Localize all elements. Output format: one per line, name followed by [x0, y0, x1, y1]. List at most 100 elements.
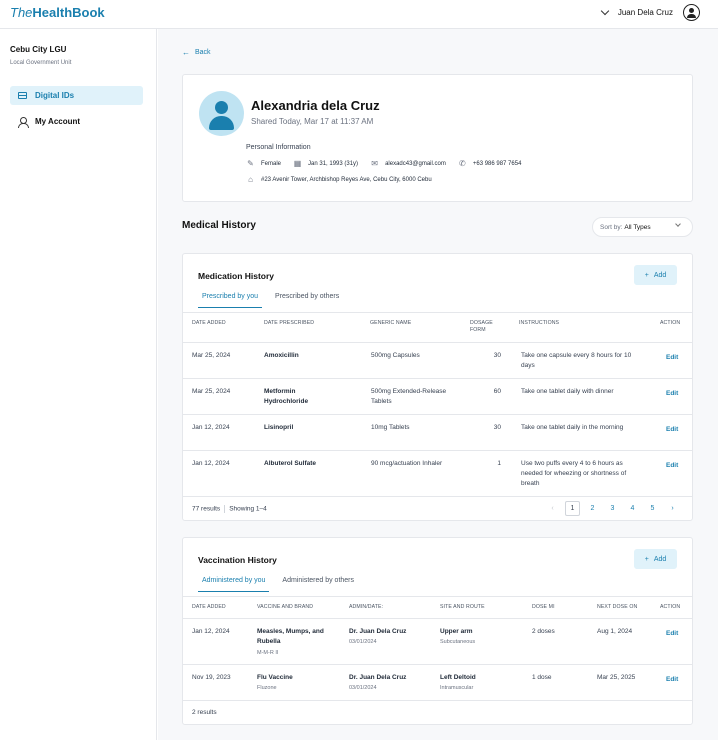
- admin-date: 03/01/2024: [349, 639, 377, 645]
- page-button[interactable]: 3: [605, 501, 620, 516]
- administered-by: Dr. Juan Dela Cruz: [349, 674, 407, 681]
- drug-name: Albuterol Sulfate: [264, 460, 317, 467]
- next-dose: Mar 25, 2025: [597, 674, 636, 681]
- dosage-qty: 60: [493, 388, 501, 395]
- next-page-icon[interactable]: ›: [665, 501, 680, 516]
- col-generic-name: Generic Name: [370, 320, 412, 326]
- results-count: 2 results: [192, 709, 217, 716]
- instructions: Take one capsule every 8 hours for 10 da…: [521, 352, 632, 369]
- date-added: Mar 25, 2024: [192, 352, 231, 359]
- next-dose: Aug 1, 2024: [597, 628, 633, 635]
- administered-by: Dr. Juan Dela Cruz: [349, 628, 407, 635]
- col-site-route: Site and Route: [440, 604, 485, 610]
- user-avatar-icon: [683, 4, 700, 21]
- sidebar-item-my-account[interactable]: My Account: [10, 112, 143, 131]
- add-vaccination-button[interactable]: + Add: [634, 549, 677, 569]
- date-added: Jan 12, 2024: [192, 424, 230, 431]
- table-row: Jan 12, 2024 Lisinopril 10mg Tablets 30 …: [183, 414, 692, 450]
- table-row: Mar 25, 2024 Metformin Hydrochloride 500…: [183, 378, 692, 414]
- page-button[interactable]: 1: [565, 501, 580, 516]
- medication-history-card: Medication History + Add Prescribed by yo…: [182, 253, 693, 521]
- dose: 1 dose: [532, 674, 552, 681]
- edit-button[interactable]: Edit: [666, 676, 678, 683]
- sort-value: All Types: [624, 223, 651, 231]
- page-button[interactable]: 2: [585, 501, 600, 516]
- user-name: Juan Dela Cruz: [617, 8, 673, 17]
- sort-dropdown[interactable]: Sort by: All Types: [592, 217, 693, 237]
- logo-prefix: The: [10, 5, 33, 20]
- edit-button[interactable]: Edit: [666, 390, 678, 397]
- id-card-icon: [18, 92, 27, 99]
- personal-info-heading: Personal Information: [246, 144, 311, 151]
- pagination: ‹ 1 2 3 4 5 ›: [545, 501, 680, 516]
- phone-icon: ✆: [459, 159, 466, 168]
- site: Left Deltoid: [440, 674, 476, 681]
- tab-administered-by-you[interactable]: Administered by you: [198, 574, 270, 592]
- vaccine-name: Measles, Mumps, and Rubella: [257, 628, 324, 645]
- showing-range: Showing 1–4: [229, 505, 267, 513]
- dosage-qty: 30: [493, 352, 501, 359]
- tab-prescribed-by-others[interactable]: Prescribed by others: [271, 290, 343, 308]
- results-count: 77 results: [192, 505, 221, 513]
- col-action: Action: [660, 604, 681, 610]
- drug-name: Metformin Hydrochloride: [264, 388, 309, 405]
- patient-name: Alexandria dela Cruz: [251, 98, 380, 113]
- site: Upper arm: [440, 628, 473, 635]
- medication-tabs: Prescribed by you Prescribed by others: [198, 290, 352, 308]
- date-added: Mar 25, 2024: [192, 388, 231, 395]
- personal-info-row: ✎ Female ▦ Jan 31, 1993 (31y) ✉ alexadc43@g…: [246, 160, 533, 168]
- dosage-qty: 30: [493, 424, 501, 431]
- sidebar: Cebu City LGU Local Government Unit Digi…: [0, 29, 157, 740]
- col-vaccine-brand: Vaccine and Brand: [257, 604, 314, 610]
- col-next-dose: Next Dose On: [597, 604, 638, 610]
- dosage-qty: 1: [497, 460, 501, 467]
- col-dose: Dose MI: [532, 604, 555, 610]
- sex-field: ✎ Female: [246, 160, 281, 168]
- vaccine-brand: M-M-R II: [257, 650, 279, 656]
- section-title: Medical History: [182, 220, 256, 231]
- edit-button[interactable]: Edit: [666, 354, 678, 361]
- sidebar-item-label: My Account: [35, 117, 81, 126]
- edit-button[interactable]: Edit: [666, 462, 678, 469]
- dose: 2 doses: [532, 628, 555, 635]
- divider: [183, 312, 692, 313]
- user-menu[interactable]: Juan Dela Cruz: [600, 4, 700, 21]
- generic-name: 500mg Extended-Release Tablets: [371, 388, 447, 405]
- mail-icon: ✉: [371, 159, 378, 168]
- instructions: Take one tablet daily with dinner: [521, 388, 614, 395]
- col-admin-date: Admin/Date:: [349, 604, 384, 610]
- phone-value: +63 986 987 7654: [472, 161, 522, 167]
- instructions: Use two puffs every 4 to 6 hours as need…: [521, 460, 627, 487]
- sort-label: Sort by:: [600, 223, 623, 231]
- vaccine-name: Flu Vaccine: [257, 674, 293, 681]
- back-link[interactable]: ← Back: [182, 48, 211, 57]
- col-date-added: Date Added: [192, 320, 226, 326]
- app-logo[interactable]: TheHealthBook: [10, 5, 105, 20]
- address-field: ⌂ #23 Avenir Tower, Archbishop Reyes Ave,…: [246, 176, 432, 184]
- edit-button[interactable]: Edit: [666, 630, 678, 637]
- page-button[interactable]: 4: [625, 501, 640, 516]
- edit-button[interactable]: Edit: [666, 426, 678, 433]
- phone-field: ✆ +63 986 987 7654: [458, 159, 522, 168]
- col-date-added: Date Added: [192, 604, 226, 610]
- tab-administered-by-others[interactable]: Administered by others: [278, 574, 358, 592]
- shared-timestamp: Shared Today, Mar 17 at 11:37 AM: [251, 117, 374, 126]
- dob-value: Jan 31, 1993 (31y): [308, 161, 359, 167]
- tab-prescribed-by-you[interactable]: Prescribed by you: [198, 290, 263, 308]
- sidebar-item-digital-ids[interactable]: Digital IDs: [10, 86, 143, 105]
- profile-card: Alexandria dela Cruz Shared Today, Mar 1…: [182, 74, 693, 202]
- generic-name: 10mg Tablets: [371, 424, 410, 431]
- generic-name: 90 mcg/actuation Inhaler: [371, 460, 443, 467]
- org-name: Cebu City LGU: [10, 45, 67, 54]
- table-footer: 77 results Showing 1–4 ‹ 1 2 3 4 5 ›: [183, 496, 692, 521]
- instructions: Take one tablet daily in the morning: [521, 424, 624, 431]
- cake-icon: ▦: [293, 159, 302, 168]
- col-action: Action: [660, 320, 681, 326]
- plus-icon: +: [644, 271, 649, 279]
- prev-page-icon[interactable]: ‹: [545, 501, 560, 516]
- email-value: alexadc43@gmail.com: [385, 161, 446, 167]
- add-medication-button[interactable]: + Add: [634, 265, 677, 285]
- address-row: ⌂ #23 Avenir Tower, Archbishop Reyes Ave,…: [246, 176, 444, 184]
- page-button[interactable]: 5: [645, 501, 660, 516]
- chevron-down-icon: [675, 221, 681, 227]
